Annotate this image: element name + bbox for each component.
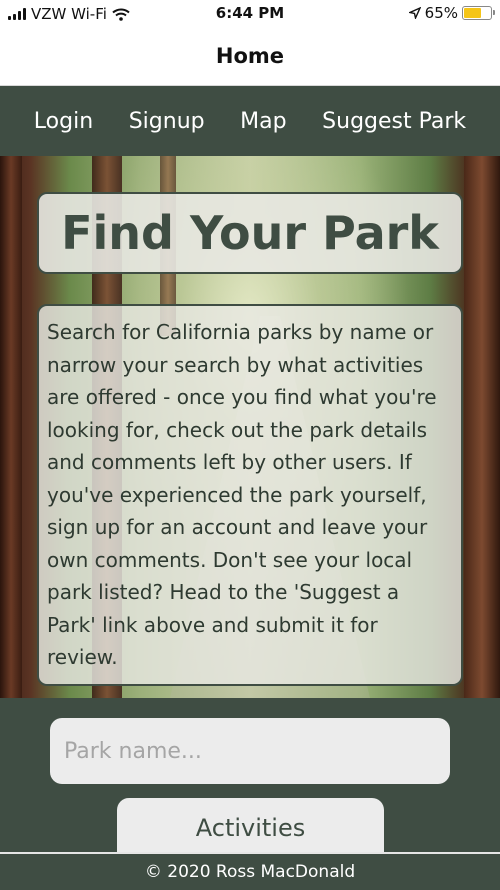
hero-forest-background: Find Your Park Search for California par…: [0, 156, 500, 698]
nav-bar: Login Signup Map Suggest Park: [0, 86, 500, 156]
nav-map-link[interactable]: Map: [240, 109, 286, 134]
search-area: Activities: [0, 698, 500, 858]
battery-percent: 65%: [424, 4, 458, 22]
tree-trunk-decoration: [0, 156, 22, 698]
footer-copyright: © 2020 Ross MacDonald: [144, 862, 356, 882]
park-name-search-input[interactable]: [50, 718, 450, 784]
battery-fill: [464, 8, 481, 18]
activities-button[interactable]: Activities: [117, 798, 384, 858]
status-bar: VZW Wi-Fi 6:44 PM 65%: [0, 0, 500, 28]
page-title: Home: [0, 28, 500, 86]
tree-trunk-decoration: [464, 156, 500, 698]
hero-title-box: Find Your Park: [37, 192, 463, 274]
hero-title: Find Your Park: [61, 206, 439, 260]
hero-description-box: Search for California parks by name or n…: [37, 304, 463, 686]
hero-description: Search for California parks by name or n…: [47, 320, 437, 669]
footer: © 2020 Ross MacDonald: [0, 852, 500, 890]
nav-signup-link[interactable]: Signup: [129, 109, 205, 134]
nav-login-link[interactable]: Login: [34, 109, 93, 134]
location-arrow-icon: [408, 7, 421, 19]
nav-suggest-park-link[interactable]: Suggest Park: [322, 109, 466, 134]
battery-icon: [462, 6, 495, 20]
status-right: 65%: [408, 4, 495, 22]
